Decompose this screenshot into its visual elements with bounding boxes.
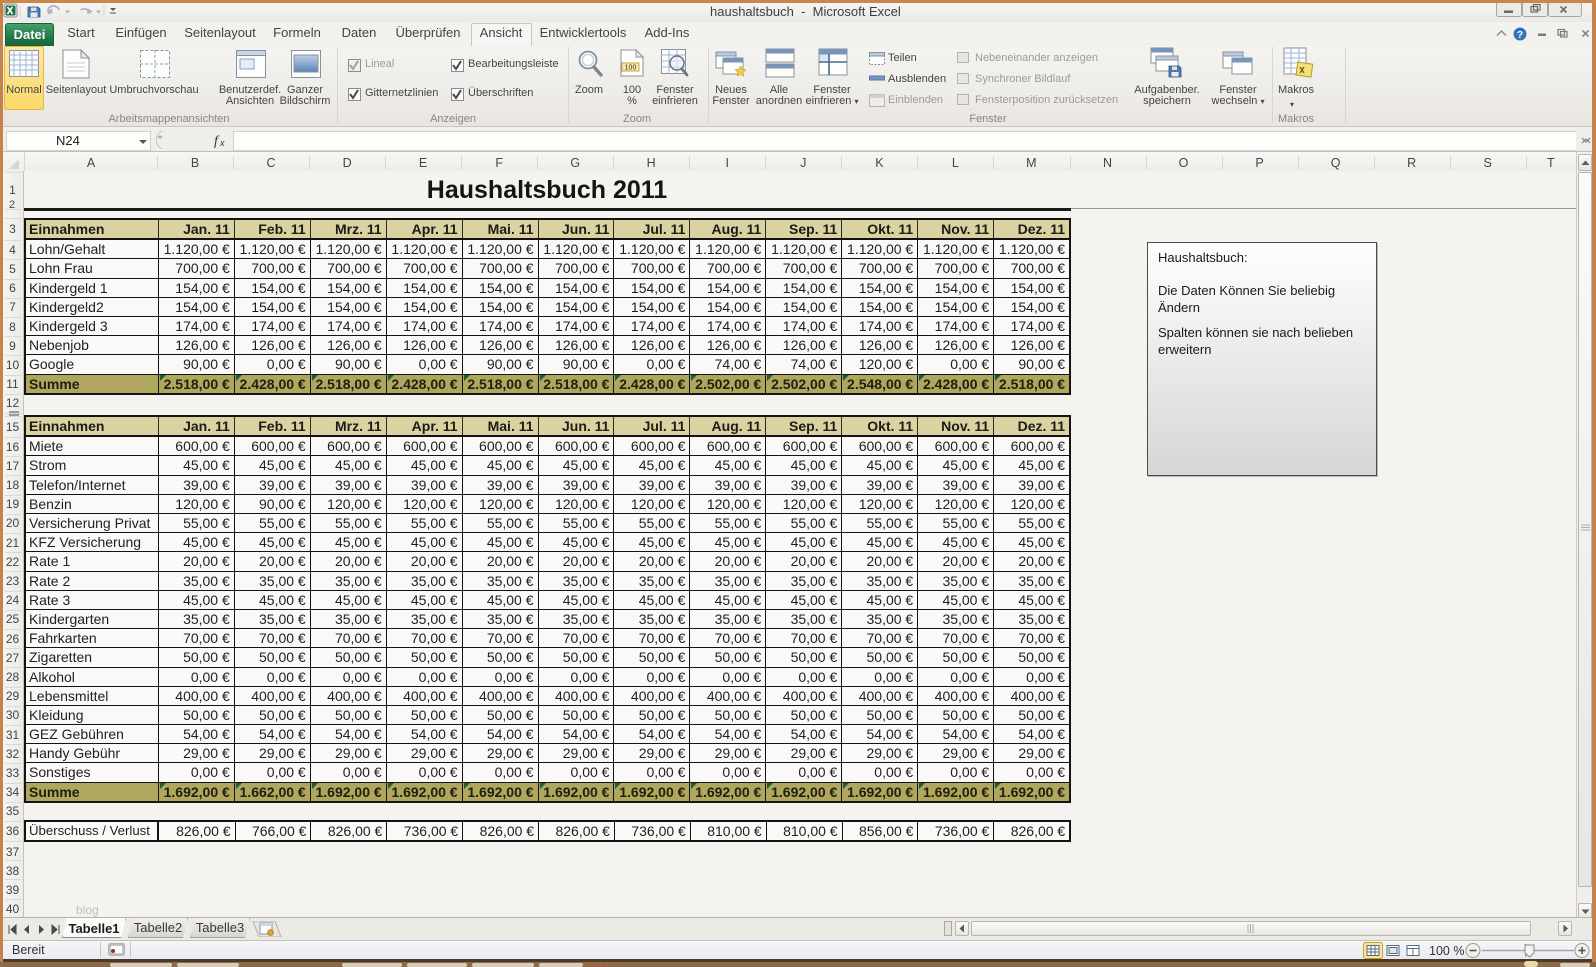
svg-text:?: ? <box>1517 29 1523 41</box>
svg-text:x: x <box>219 138 225 148</box>
svg-text:100: 100 <box>625 65 637 72</box>
